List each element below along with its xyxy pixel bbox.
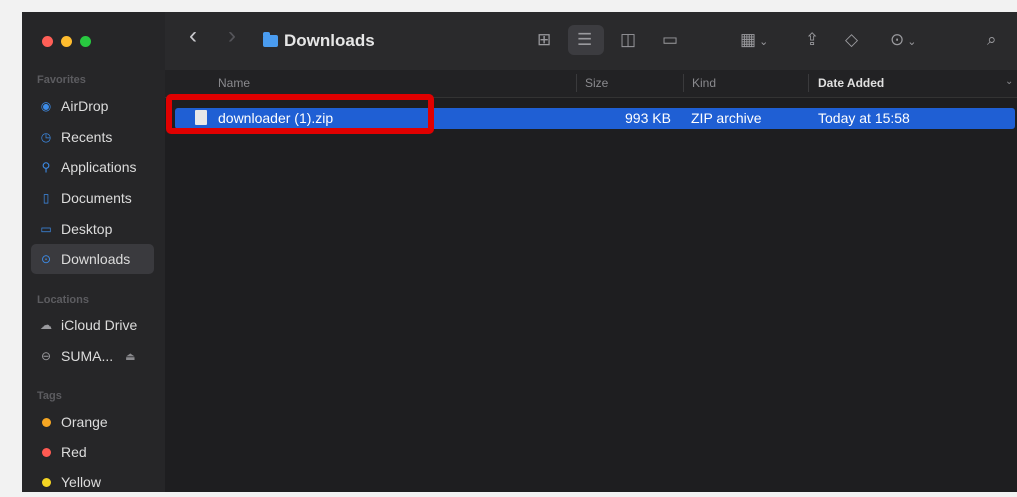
locations-section-title: Locations [37, 294, 89, 306]
yellow-tag-dot-icon [42, 477, 51, 487]
cloud-icon: ☁ [40, 318, 52, 332]
sidebar-item-label: Documents [61, 190, 132, 206]
zoom-window-button[interactable] [80, 36, 91, 47]
red-tag-dot-icon [42, 447, 51, 457]
column-name-header[interactable]: Name [218, 76, 250, 90]
file-size: 993 KB [625, 110, 671, 126]
sidebar-item-label: iCloud Drive [61, 317, 138, 333]
clock-icon: ◷ [40, 130, 52, 144]
sidebar-item-label: Recents [61, 129, 113, 145]
window-title-text: Downloads [284, 31, 375, 50]
tags-section-title: Tags [37, 390, 62, 402]
forward-button[interactable]: › [228, 24, 236, 48]
back-button[interactable]: ‹ [189, 24, 197, 48]
sidebar-item-recents[interactable]: ◷ Recents [31, 122, 154, 152]
list-view-icon[interactable]: ☰ [577, 29, 592, 51]
sidebar-item-label: Downloads [61, 251, 131, 267]
column-divider[interactable] [808, 74, 809, 92]
document-icon: ▯ [42, 191, 50, 205]
folder-icon [263, 32, 278, 47]
airdrop-icon: ◉ [40, 99, 52, 113]
favorites-section-title: Favorites [37, 74, 86, 86]
eject-icon[interactable]: ⏏ [125, 350, 135, 363]
sidebar-item-downloads[interactable]: ⊙ Downloads [31, 244, 154, 274]
applications-icon: ⚲ [41, 160, 51, 174]
traffic-lights [42, 36, 91, 47]
sidebar-item-applications[interactable]: ⚲ Applications [31, 152, 154, 182]
sidebar-item-label: AirDrop [61, 98, 109, 114]
tag-icon[interactable]: ◇ [845, 29, 858, 51]
close-window-button[interactable] [42, 36, 53, 47]
column-view-icon[interactable]: ◫ [620, 29, 636, 51]
sidebar-item-label: Yellow [61, 474, 101, 490]
sidebar-item-desktop[interactable]: ▭ Desktop [31, 214, 154, 244]
minimize-window-button[interactable] [61, 36, 72, 47]
download-icon: ⊙ [40, 252, 52, 266]
group-by-icon[interactable]: ▦ ⌄ [740, 29, 768, 53]
sidebar-item-documents[interactable]: ▯ Documents [31, 183, 154, 213]
icon-view-icon[interactable]: ⊞ [537, 29, 551, 51]
sidebar-item-icloud-drive[interactable]: ☁ iCloud Drive [31, 310, 154, 340]
drive-icon: ⊖ [40, 349, 52, 363]
sidebar-item-tag-orange[interactable]: Orange [31, 407, 154, 437]
annotation-highlight-box [166, 94, 434, 134]
column-divider[interactable] [576, 74, 577, 92]
sidebar-item-label: Orange [61, 414, 108, 430]
sidebar-item-tag-red[interactable]: Red [31, 437, 154, 467]
window-title: Downloads [263, 31, 375, 51]
desktop-icon: ▭ [40, 222, 52, 236]
orange-tag-dot-icon [42, 417, 51, 427]
sidebar-item-suma-drive[interactable]: ⊖ SUMA... ⏏ [31, 341, 154, 371]
gallery-view-icon[interactable]: ▭ [662, 29, 678, 51]
sidebar-item-label: Desktop [61, 221, 113, 237]
column-date-added-header[interactable]: Date Added [818, 76, 884, 90]
sidebar-item-label: Red [61, 444, 87, 460]
sidebar-item-airdrop[interactable]: ◉ AirDrop [31, 91, 154, 121]
column-kind-header[interactable]: Kind [692, 76, 716, 90]
sidebar-item-label: Applications [61, 159, 137, 175]
share-icon[interactable]: ⇪ [805, 29, 819, 51]
toolbar: ‹ › Downloads ⊞ ☰ ◫ ▭ ▦ ⌄ ⇪ ◇ ⊙ ⌄ ⌕ [165, 12, 1017, 70]
finder-window: Favorites ◉ AirDrop ◷ Recents ⚲ Applicat… [22, 12, 1017, 492]
column-divider[interactable] [683, 74, 684, 92]
column-size-header[interactable]: Size [585, 76, 608, 90]
sidebar-item-label: SUMA... [61, 348, 114, 364]
search-icon[interactable]: ⌕ [987, 29, 997, 51]
more-actions-icon[interactable]: ⊙ ⌄ [890, 29, 917, 53]
file-kind: ZIP archive [691, 110, 762, 126]
file-date-added: Today at 15:58 [818, 110, 910, 126]
sort-chevron-icon[interactable]: ⌄ [1005, 76, 1013, 87]
sidebar: Favorites ◉ AirDrop ◷ Recents ⚲ Applicat… [22, 12, 165, 492]
sidebar-item-tag-yellow[interactable]: Yellow [31, 467, 154, 492]
